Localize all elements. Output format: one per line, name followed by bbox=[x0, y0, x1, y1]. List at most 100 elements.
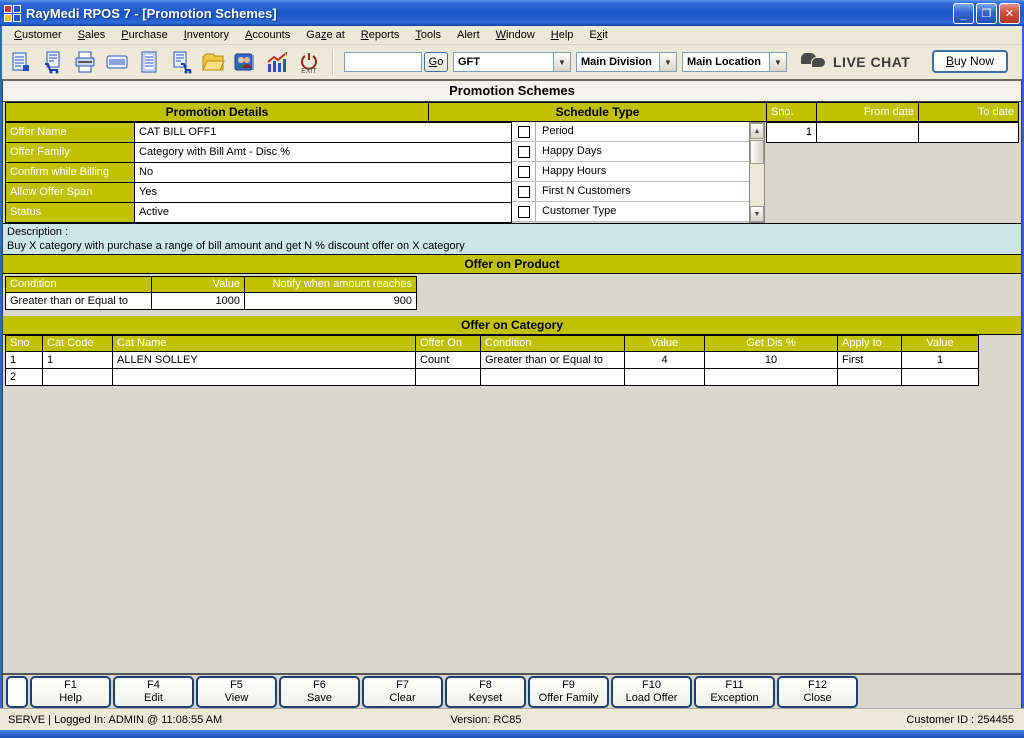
go-button[interactable]: Go bbox=[424, 52, 448, 72]
menu-item-inventory[interactable]: Inventory bbox=[176, 27, 237, 43]
detail-value-confirm-while-billing[interactable]: No bbox=[134, 162, 512, 183]
category-cell[interactable] bbox=[624, 368, 705, 386]
category-cell[interactable] bbox=[837, 368, 902, 386]
category-cell[interactable]: 10 bbox=[704, 351, 838, 369]
fn-label: Edit bbox=[144, 692, 163, 704]
checkbox-cell[interactable] bbox=[512, 182, 536, 202]
f4-edit-button[interactable]: F4 Edit bbox=[113, 676, 194, 708]
list-icon[interactable] bbox=[134, 48, 164, 76]
fn-key: F12 bbox=[808, 679, 827, 691]
close-button[interactable]: ✕ bbox=[999, 2, 1020, 24]
users-icon[interactable] bbox=[230, 48, 260, 76]
category-cell[interactable] bbox=[112, 368, 416, 386]
schedule-to-date-cell[interactable] bbox=[918, 122, 1019, 143]
detail-value-status[interactable]: Active bbox=[134, 202, 512, 223]
f10-load-offer-button[interactable]: F10 Load Offer bbox=[611, 676, 692, 708]
category-cell[interactable]: ALLEN SOLLEY bbox=[112, 351, 416, 369]
category-cell[interactable] bbox=[480, 368, 625, 386]
menu-item-sales[interactable]: Sales bbox=[70, 27, 114, 43]
checkbox-unchecked-icon[interactable] bbox=[517, 125, 530, 138]
f6-save-button[interactable]: F6 Save bbox=[279, 676, 360, 708]
schedule-row-happy-days[interactable]: Happy Days bbox=[511, 142, 749, 162]
checkbox-unchecked-icon[interactable] bbox=[517, 165, 530, 178]
detail-value-offer-name[interactable]: CAT BILL OFF1 bbox=[134, 122, 512, 143]
checkbox-cell[interactable] bbox=[512, 202, 536, 222]
bill-icon[interactable] bbox=[6, 48, 36, 76]
window-bottom-frame bbox=[0, 730, 1024, 738]
menu-item-tools[interactable]: Tools bbox=[407, 27, 449, 43]
checkbox-cell[interactable] bbox=[512, 122, 536, 142]
folder-icon[interactable] bbox=[198, 48, 228, 76]
f7-clear-button[interactable]: F7 Clear bbox=[362, 676, 443, 708]
chart-icon[interactable] bbox=[262, 48, 292, 76]
category-cell[interactable]: 1 bbox=[5, 351, 43, 369]
category-cell[interactable] bbox=[704, 368, 838, 386]
checkbox-cell[interactable] bbox=[512, 142, 536, 162]
schedule-from-date-cell[interactable] bbox=[816, 122, 919, 143]
exit-icon[interactable]: EXIT bbox=[294, 48, 324, 76]
schedule-row-period[interactable]: Period bbox=[511, 122, 749, 142]
detail-value-offer-family[interactable]: Category with Bill Amt - Disc % bbox=[134, 142, 512, 163]
category-cell[interactable]: Count bbox=[415, 351, 481, 369]
checkbox-unchecked-icon[interactable] bbox=[517, 185, 530, 198]
category-cell[interactable] bbox=[415, 368, 481, 386]
purchase-icon[interactable] bbox=[166, 48, 196, 76]
search-input[interactable] bbox=[344, 52, 422, 72]
f9-offer-family-button[interactable]: F9 Offer Family bbox=[528, 676, 609, 708]
app-window: RayMedi RPOS 7 - [Promotion Schemes] _ ❐… bbox=[0, 0, 1024, 738]
menu-item-alert[interactable]: Alert bbox=[449, 27, 488, 43]
schedule-row-customer-type[interactable]: Customer Type bbox=[511, 202, 749, 222]
checkbox-unchecked-icon[interactable] bbox=[517, 145, 530, 158]
live-chat-link[interactable]: LIVE CHAT bbox=[801, 53, 910, 71]
menu-item-help[interactable]: Help bbox=[543, 27, 582, 43]
menu-item-exit[interactable]: Exit bbox=[581, 27, 615, 43]
chevron-down-icon[interactable]: ▼ bbox=[769, 53, 786, 71]
menu-item-gaze-at[interactable]: Gaze at bbox=[298, 27, 353, 43]
division-combo[interactable]: Main Division ▼ bbox=[576, 52, 677, 72]
restore-button[interactable]: ❐ bbox=[976, 2, 997, 24]
schedule-row-happy-hours[interactable]: Happy Hours bbox=[511, 162, 749, 182]
menu-item-customer[interactable]: Customer bbox=[6, 27, 70, 43]
sales-icon[interactable] bbox=[38, 48, 68, 76]
f11-exception-button[interactable]: F11 Exception bbox=[694, 676, 775, 708]
category-cell[interactable]: 4 bbox=[624, 351, 705, 369]
f1-help-button[interactable]: F1 Help bbox=[30, 676, 111, 708]
chevron-down-icon[interactable]: ▼ bbox=[553, 53, 570, 71]
category-cell[interactable]: First bbox=[837, 351, 902, 369]
store-combo[interactable]: GFT ▼ bbox=[453, 52, 571, 72]
chevron-down-icon[interactable]: ▼ bbox=[659, 53, 676, 71]
schedule-sno-cell[interactable]: 1 bbox=[766, 122, 817, 143]
category-cell[interactable]: 1 bbox=[42, 351, 113, 369]
category-cell[interactable] bbox=[42, 368, 113, 386]
menu-item-purchase[interactable]: Purchase bbox=[113, 27, 175, 43]
product-cell[interactable]: 900 bbox=[244, 292, 417, 310]
checkbox-unchecked-icon[interactable] bbox=[517, 205, 530, 218]
f8-keyset-button[interactable]: F8 Keyset bbox=[445, 676, 526, 708]
minimize-button[interactable]: _ bbox=[953, 2, 974, 24]
checkbox-cell[interactable] bbox=[512, 162, 536, 182]
menu-item-reports[interactable]: Reports bbox=[353, 27, 408, 43]
fn-label: Keyset bbox=[468, 692, 503, 704]
menu-item-accounts[interactable]: Accounts bbox=[237, 27, 298, 43]
scroll-down-icon[interactable]: ▼ bbox=[750, 206, 764, 222]
schedule-row-first-n-customers[interactable]: First N Customers bbox=[511, 182, 749, 202]
detail-value-allow-offer-span[interactable]: Yes bbox=[134, 182, 512, 203]
buy-now-button[interactable]: Buy Now bbox=[932, 50, 1008, 73]
category-cell[interactable]: Greater than or Equal to bbox=[480, 351, 625, 369]
category-cell[interactable]: 1 bbox=[901, 351, 979, 369]
f12-close-button[interactable]: F12 Close bbox=[777, 676, 858, 708]
barcode-icon[interactable] bbox=[102, 48, 132, 76]
scroll-thumb[interactable] bbox=[750, 140, 764, 164]
spacer-button[interactable] bbox=[6, 676, 28, 708]
schedule-scrollbar[interactable]: ▲ ▼ bbox=[749, 122, 765, 223]
print-icon[interactable] bbox=[70, 48, 100, 76]
scroll-up-icon[interactable]: ▲ bbox=[750, 123, 764, 139]
product-cell[interactable]: Greater than or Equal to bbox=[5, 292, 152, 310]
content-area: Promotion Schemes Promotion Details Sche… bbox=[2, 79, 1022, 708]
product-cell[interactable]: 1000 bbox=[151, 292, 245, 310]
f5-view-button[interactable]: F5 View bbox=[196, 676, 277, 708]
location-combo[interactable]: Main Location ▼ bbox=[682, 52, 787, 72]
category-cell[interactable] bbox=[901, 368, 979, 386]
category-cell[interactable]: 2 bbox=[5, 368, 43, 386]
menu-item-window[interactable]: Window bbox=[488, 27, 543, 43]
